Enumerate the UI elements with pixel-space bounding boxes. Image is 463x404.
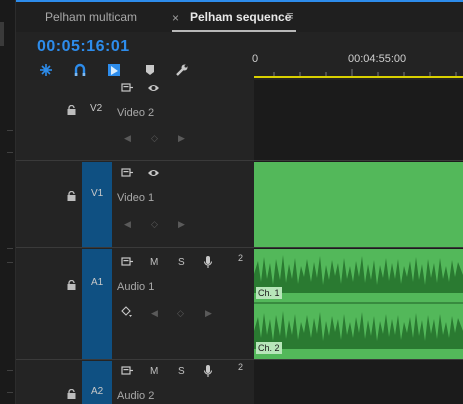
marker-icon[interactable] — [143, 63, 157, 77]
prev-keyframe-icon[interactable]: ◀ — [151, 308, 158, 319]
panel-tick — [7, 152, 13, 153]
channel-label-1: Ch. 1 — [256, 287, 282, 299]
left-panel-strip — [0, 0, 16, 404]
track-divider — [16, 359, 463, 360]
add-keyframe-icon[interactable]: ◇ — [177, 308, 184, 319]
track-name-a2: Audio 2 — [117, 390, 155, 402]
next-keyframe-icon[interactable]: ▶ — [178, 219, 185, 230]
playhead-timecode[interactable]: 00:05:16:01 — [37, 38, 130, 56]
linked-selection-icon[interactable] — [73, 63, 87, 77]
add-marker-icon[interactable] — [107, 63, 121, 77]
sync-lock-icon[interactable] — [121, 83, 133, 96]
panel-menu-icon[interactable]: ≡ — [286, 8, 294, 23]
lock-icon[interactable] — [67, 102, 76, 115]
panel-tick — [7, 370, 13, 371]
panel-edge-block — [0, 22, 4, 46]
tab-pelham-multicam[interactable]: Pelham multicam — [45, 10, 137, 24]
work-area-bar[interactable] — [254, 76, 463, 78]
ruler-label: 0 — [252, 53, 259, 65]
lock-icon[interactable] — [67, 386, 76, 399]
track-id-v1[interactable]: V1 — [91, 188, 103, 199]
eye-icon[interactable] — [147, 168, 160, 181]
solo-button[interactable]: S — [178, 257, 185, 268]
channel-label-2: Ch. 2 — [256, 342, 282, 354]
track-id-a1[interactable]: A1 — [91, 277, 103, 288]
track-headers — [16, 80, 254, 404]
track-id-v2[interactable]: V2 — [90, 103, 102, 114]
channel-count: 2 — [238, 253, 244, 263]
panel-tick — [7, 130, 13, 131]
add-keyframe-icon[interactable]: ◇ — [151, 133, 158, 144]
video-clip[interactable] — [254, 162, 463, 247]
snap-icon[interactable] — [39, 63, 53, 77]
panel-tick — [7, 392, 13, 393]
lock-icon[interactable] — [67, 188, 76, 201]
track-name-v2: Video 2 — [117, 107, 155, 119]
active-tab-underline — [172, 30, 296, 32]
panel-tick — [7, 248, 13, 249]
sync-lock-icon[interactable] — [121, 257, 133, 270]
source-patch-v1[interactable] — [82, 162, 112, 247]
eye-icon[interactable] — [147, 83, 160, 96]
add-keyframe-icon[interactable]: ◇ — [151, 219, 158, 230]
ruler-label: 00:04:55:00 — [348, 53, 407, 65]
wrench-settings-icon[interactable] — [175, 63, 189, 77]
mute-button[interactable]: M — [150, 366, 158, 377]
prev-keyframe-icon[interactable]: ◀ — [124, 133, 131, 144]
microphone-icon[interactable] — [203, 255, 213, 272]
next-keyframe-icon[interactable]: ▶ — [205, 308, 212, 319]
prev-keyframe-icon[interactable]: ◀ — [124, 219, 131, 230]
microphone-icon[interactable] — [203, 364, 213, 381]
audio-waveform — [254, 255, 463, 349]
channel-count: 2 — [238, 362, 244, 372]
close-icon[interactable]: × — [172, 11, 179, 25]
track-name-v1: Video 1 — [117, 192, 155, 204]
track-divider — [16, 247, 463, 248]
sync-lock-icon[interactable] — [121, 168, 133, 181]
mute-button[interactable]: M — [150, 257, 158, 268]
ruler-ticks — [273, 69, 457, 76]
lock-icon[interactable] — [67, 277, 76, 290]
next-keyframe-icon[interactable]: ▶ — [178, 133, 185, 144]
volume-keyframe-icon[interactable] — [121, 306, 133, 321]
track-id-a2[interactable]: A2 — [91, 386, 103, 397]
panel-tick — [7, 262, 13, 263]
source-patch-a2[interactable] — [82, 361, 112, 404]
track-name-a1: Audio 1 — [117, 281, 155, 293]
source-patch-a1[interactable] — [82, 249, 112, 359]
track-divider — [16, 160, 463, 161]
solo-button[interactable]: S — [178, 366, 185, 377]
sync-lock-icon[interactable] — [121, 366, 133, 379]
tab-pelham-sequence[interactable]: Pelham sequence — [190, 10, 291, 24]
